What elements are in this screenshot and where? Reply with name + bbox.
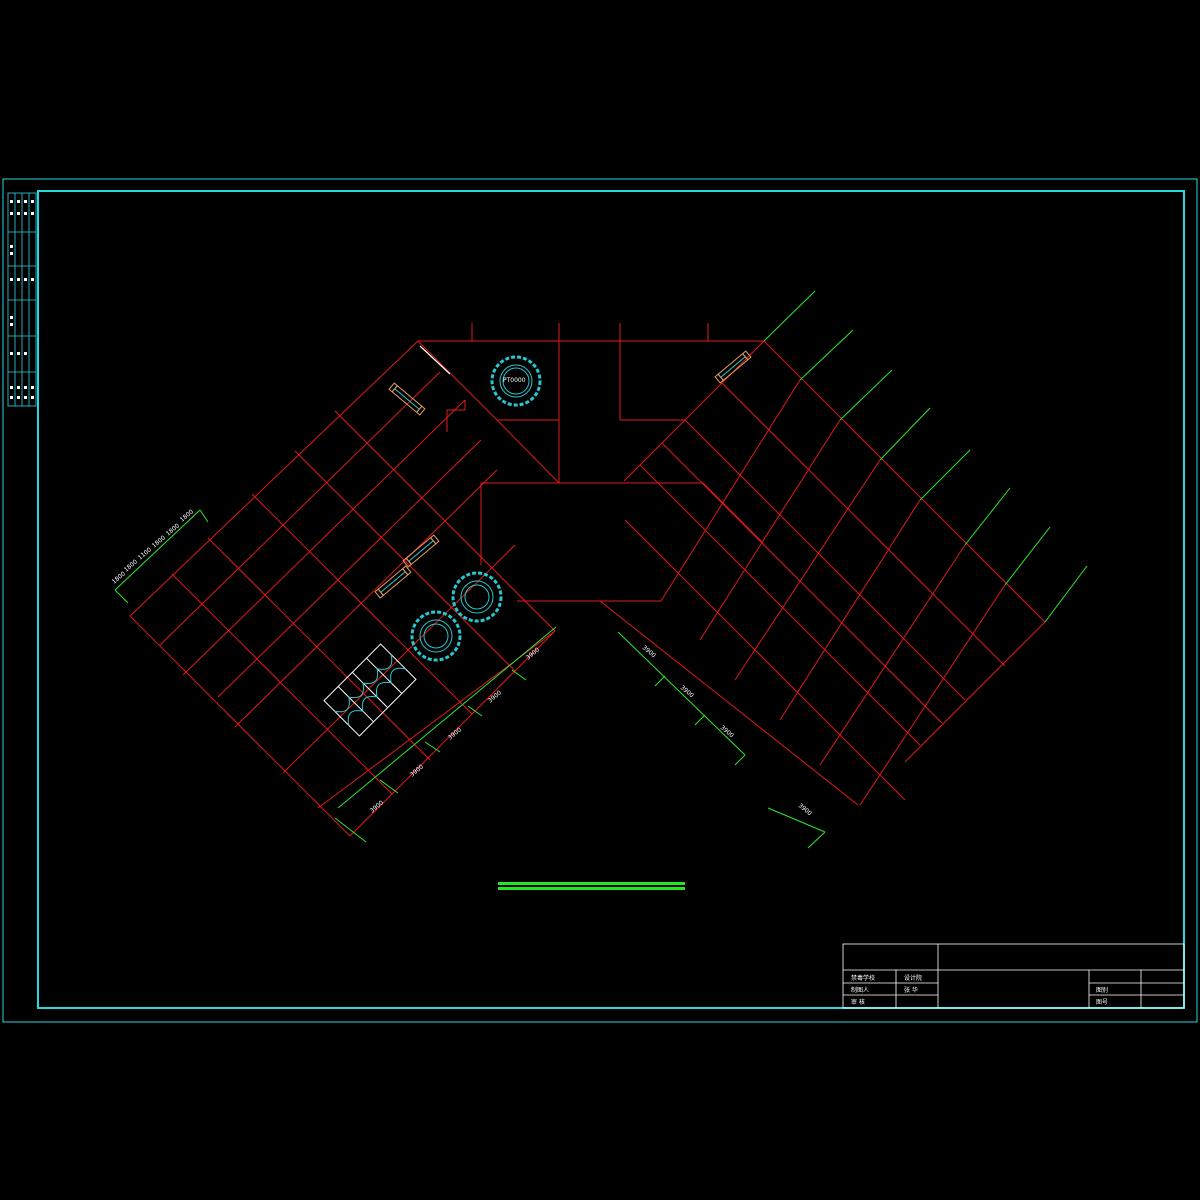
dim-label-1: 3900 — [369, 799, 385, 814]
left-wing-dimension-labels: 3900 3900 3900 3900 3900 — [369, 646, 541, 814]
sofa-set-3[interactable] — [402, 534, 440, 568]
dim-label-t4: 1800 — [151, 534, 167, 549]
dim-label-t6: 1800 — [179, 508, 195, 523]
dim-label-t3: 1100 — [137, 546, 153, 561]
dim-label-4: 3900 — [487, 689, 503, 704]
scale-bar — [498, 882, 685, 890]
round-table-mid[interactable] — [451, 571, 503, 623]
right-wing-dimension-labels: 3900 3900 3900 3900 — [641, 644, 813, 817]
dim-label-t1: 1800 — [111, 570, 127, 585]
tb-cell-r2c1: 制图人 — [851, 986, 869, 994]
door-swing-line — [419, 345, 451, 375]
sofa-set-2[interactable] — [714, 350, 752, 384]
floor-plan-grid — [129, 323, 1046, 837]
sofa-set-4[interactable] — [374, 565, 412, 599]
dim-label-5: 3900 — [525, 646, 541, 661]
round-table-label: PT0000 — [503, 377, 526, 384]
sofa-set-1[interactable] — [388, 382, 426, 416]
dim-label-t2: 1800 — [123, 558, 139, 573]
dim-label-r2: 3900 — [679, 684, 695, 699]
stair-seating[interactable] — [323, 643, 417, 737]
tb-sheet-label: 图号 — [1096, 999, 1108, 1006]
tb-cell-r3c1: 审 核 — [851, 998, 865, 1006]
title-block — [842, 943, 1185, 1009]
dim-label-r1: 3900 — [641, 644, 657, 659]
dim-label-2: 3900 — [409, 763, 425, 778]
dimension-lines — [114, 290, 1088, 849]
tb-cell-r2c2: 张 华 — [904, 986, 918, 994]
tb-cell-r1c1: 禁毒学校 — [851, 974, 875, 982]
inner-frame — [37, 190, 1185, 1009]
dim-label-r4: 3900 — [797, 802, 813, 817]
round-table-low[interactable] — [410, 610, 462, 662]
top-left-dimension-labels: 1800 1800 1100 1800 1800 1800 — [111, 508, 195, 585]
tb-cell-r1c2: 设计院 — [904, 974, 922, 982]
binding-strip — [7, 192, 37, 407]
tb-scale-label: 图别 — [1096, 986, 1108, 994]
dim-label-3: 3900 — [447, 726, 463, 741]
cad-drawing-canvas[interactable]: 3900 3900 3900 3900 3900 3900 3900 3900 … — [0, 0, 1200, 1200]
